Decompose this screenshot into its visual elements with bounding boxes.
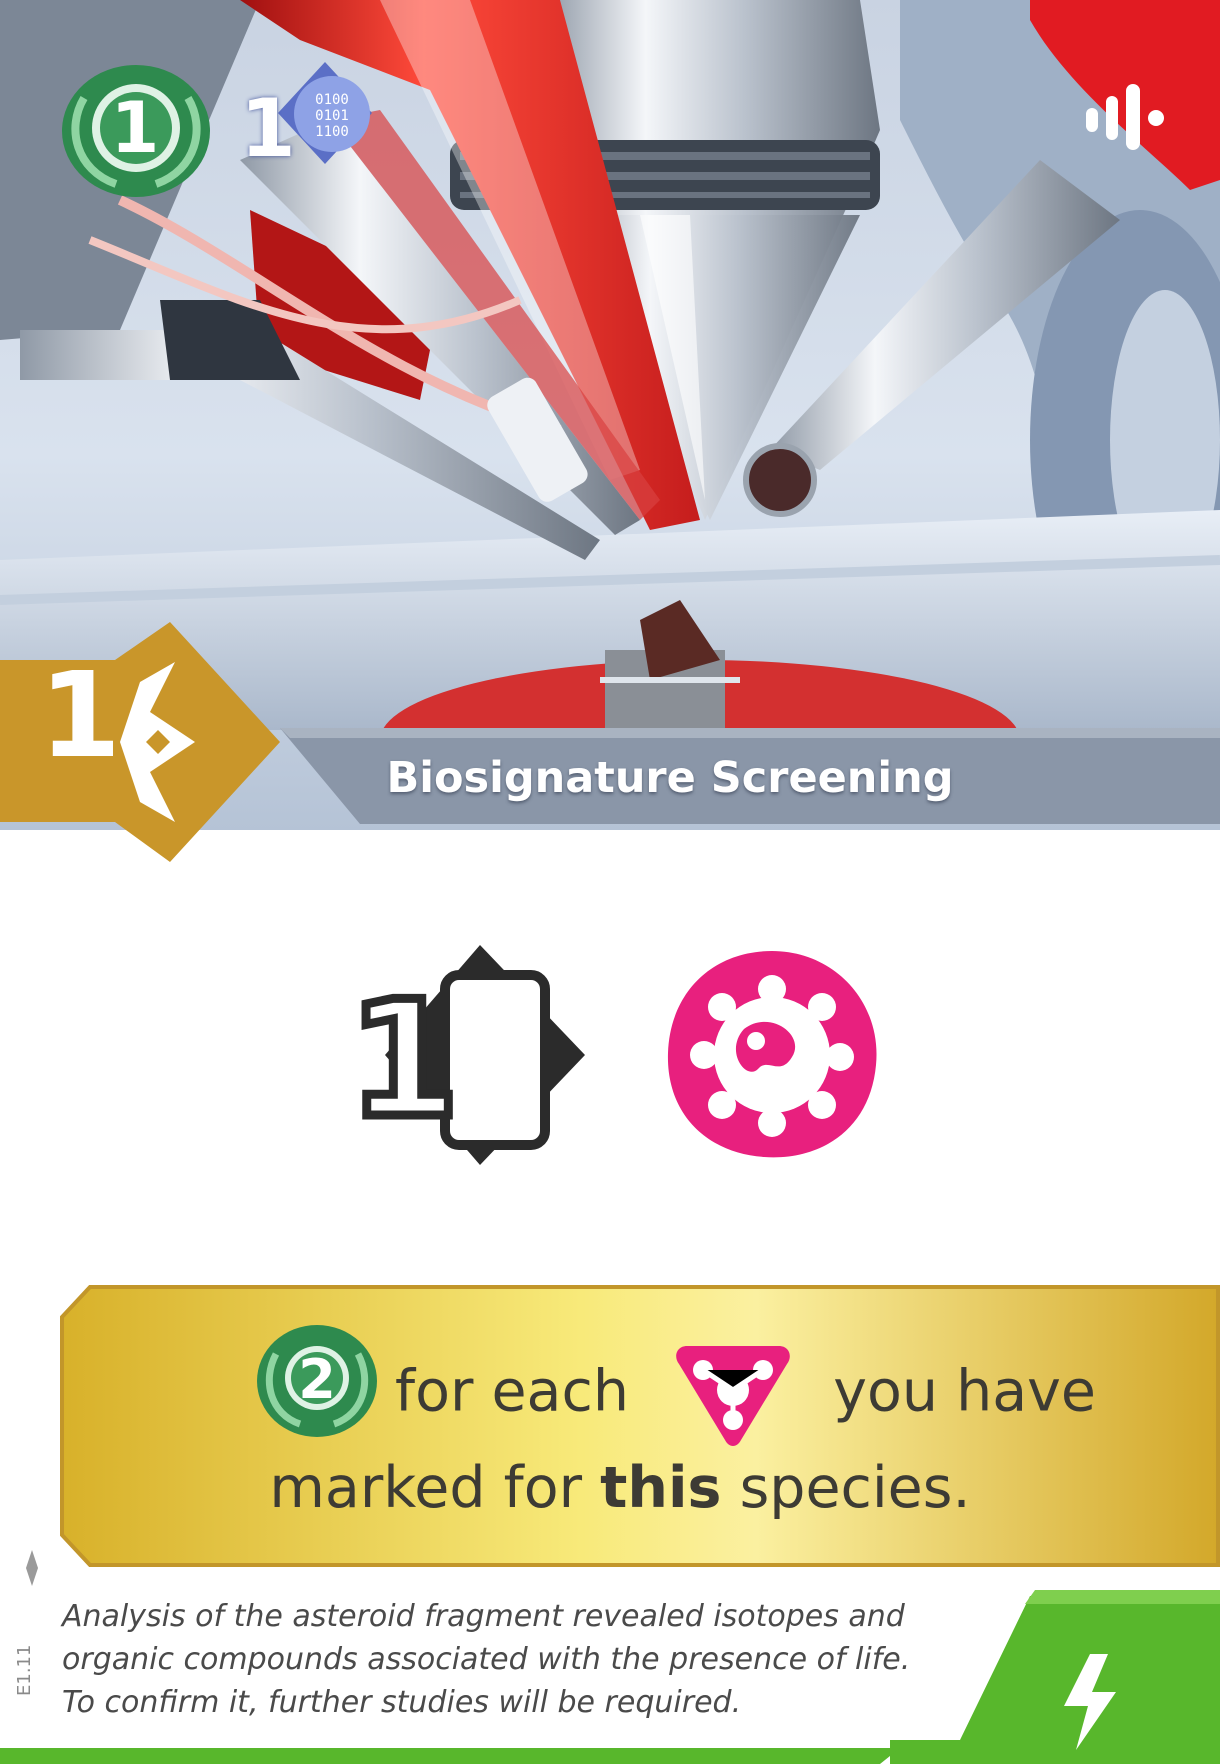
effect-line2-suffix: species.: [739, 1455, 971, 1521]
effect-line-1: for each you have: [395, 1340, 1096, 1446]
effect-text-before: for each: [395, 1358, 629, 1425]
card-value: 1: [344, 966, 464, 1153]
svg-text:1100: 1100: [315, 124, 349, 140]
life-trace-icon: [676, 1346, 790, 1446]
effect-line2-prefix: marked for: [269, 1455, 583, 1521]
victory-points-value: 1: [110, 87, 160, 169]
points-value: 2: [298, 1348, 336, 1411]
cost-value: 1: [38, 646, 122, 784]
microbe-life-icon: [667, 951, 877, 1158]
svg-text:0101: 0101: [315, 108, 349, 124]
card: 1 0100 0101 1100 1 Biosignature Screenin…: [0, 0, 1220, 1764]
card-title: Biosignature Screening: [386, 753, 954, 803]
effect-line-2: marked for this species.: [260, 1448, 980, 1528]
effect-text-after: you have: [833, 1358, 1096, 1425]
lightning-icon: [1064, 1654, 1116, 1750]
green-corner: [0, 1590, 1220, 1764]
svg-text:0100: 0100: [315, 92, 349, 108]
rocket-mark-icon: [26, 1550, 38, 1586]
data-value: 1: [240, 82, 296, 175]
effect-line2-bold: this: [600, 1455, 722, 1521]
signal-icon: [1086, 84, 1164, 150]
